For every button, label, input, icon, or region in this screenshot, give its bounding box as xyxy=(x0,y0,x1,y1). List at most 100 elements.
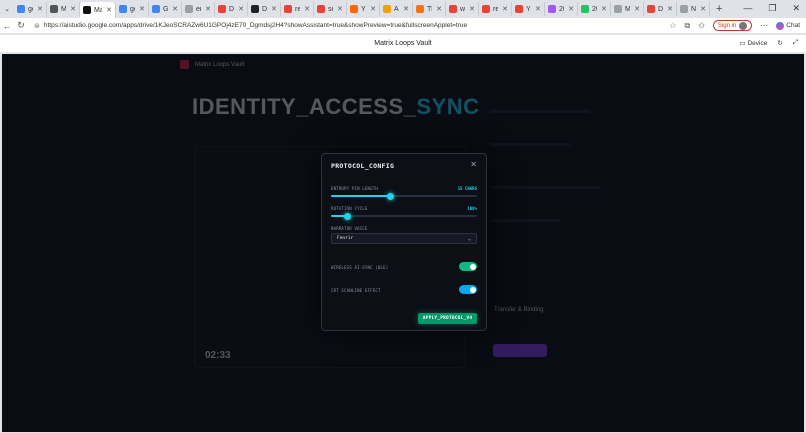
tab-favicon-icon xyxy=(383,5,391,13)
device-label: Device xyxy=(747,39,768,47)
browser-tab[interactable]: rele ✕ xyxy=(281,2,314,16)
browser-tab[interactable]: Goo✕ xyxy=(149,2,182,16)
tab-favicon-icon xyxy=(680,5,688,13)
browser-tab[interactable]: 202 ✕ xyxy=(578,2,611,16)
tab-close-icon[interactable]: ✕ xyxy=(337,5,343,13)
entropy-slider-thumb[interactable] xyxy=(387,192,395,200)
back-icon[interactable]: ← xyxy=(0,21,14,31)
browser-tab[interactable]: Y C ✕ xyxy=(347,2,380,16)
minimize-icon[interactable]: — xyxy=(743,3,752,14)
sign-in-button[interactable]: Sign in xyxy=(712,20,753,31)
browser-tab[interactable]: The ✕ xyxy=(413,2,446,16)
tab-favicon-icon xyxy=(17,5,25,13)
entropy-slider[interactable] xyxy=(331,192,477,200)
tab-label: Mat xyxy=(61,6,66,13)
tab-close-icon[interactable]: ✕ xyxy=(568,5,574,13)
bg-title-main: IDENTITY_ACCESS_ xyxy=(192,94,417,119)
browser-tab[interactable]: sen ✕ xyxy=(314,2,347,16)
browser-tab[interactable]: Dev✕ xyxy=(248,2,281,16)
tab-close-icon[interactable]: ✕ xyxy=(271,5,277,13)
toggle-knob xyxy=(469,286,476,293)
rotation-slider-thumb[interactable] xyxy=(343,212,351,220)
bg-title-accent: SYNC xyxy=(416,94,480,119)
wireless-toggle[interactable] xyxy=(459,262,477,271)
tab-label: Nev xyxy=(691,5,697,13)
tab-close-icon[interactable]: ✕ xyxy=(469,5,475,13)
tab-close-icon[interactable]: ✕ xyxy=(700,5,706,13)
tab-close-icon[interactable]: ✕ xyxy=(37,5,43,13)
bg-logo: Matrix Loops Vault xyxy=(180,60,244,69)
browser-tab[interactable]: goo ✕ xyxy=(14,2,47,16)
browser-tab[interactable]: goo ✕ xyxy=(116,2,149,16)
rotation-slider[interactable] xyxy=(331,212,477,220)
browser-tab[interactable]: rele ✕ xyxy=(479,2,512,16)
browser-tab[interactable]: wee✕ xyxy=(446,2,479,16)
browser-tab[interactable]: Dor✕ xyxy=(215,2,248,16)
address-bar: ← ↻ ⊜ https://aistudio.google.com/apps/d… xyxy=(0,18,806,34)
voice-label: NARRATOR VOICE xyxy=(331,226,368,231)
tab-label: App xyxy=(394,5,399,13)
tab-close-icon[interactable]: ✕ xyxy=(634,5,640,13)
url-field[interactable]: ⊜ https://aistudio.google.com/apps/drive… xyxy=(34,20,663,32)
tab-close-icon[interactable]: ✕ xyxy=(601,5,607,13)
browser-tab[interactable]: Mat ✕ xyxy=(80,2,116,18)
browser-tab[interactable]: Dyn✕ xyxy=(644,2,677,16)
refresh-icon[interactable]: ↻ xyxy=(777,39,782,47)
browser-tab[interactable]: em ✕ xyxy=(182,2,215,16)
tab-close-icon[interactable]: ✕ xyxy=(205,5,211,13)
browser-tab[interactable]: Mat ✕ xyxy=(47,2,80,16)
tab-close-icon[interactable]: ✕ xyxy=(70,5,76,13)
site-info-icon[interactable]: ⊜ xyxy=(34,22,40,30)
extensions-icon[interactable]: ⧉ xyxy=(684,21,690,31)
browser-tab[interactable]: MF ✕ xyxy=(611,2,644,16)
tab-label: Y C xyxy=(361,5,366,13)
tab-close-icon[interactable]: ✕ xyxy=(370,5,376,13)
browser-tab[interactable]: Nev✕ xyxy=(677,2,710,16)
close-window-icon[interactable]: ✕ xyxy=(792,3,800,14)
tab-close-icon[interactable]: ✕ xyxy=(238,5,244,13)
apply-protocol-button[interactable]: APPLY_PROTOCOL_V4 xyxy=(418,313,477,324)
bg-sidebar xyxy=(490,104,610,364)
tab-favicon-icon xyxy=(251,5,259,13)
maximize-icon[interactable]: ❐ xyxy=(768,3,776,14)
tab-label: Dor xyxy=(229,5,235,13)
favorites-icon[interactable]: ✩ xyxy=(698,21,705,30)
tab-close-icon[interactable]: ✕ xyxy=(436,5,442,13)
tab-favicon-icon xyxy=(218,5,226,13)
chat-label: Chat xyxy=(786,22,800,29)
tab-close-icon[interactable]: ✕ xyxy=(535,5,541,13)
browser-tab[interactable]: App ✕ xyxy=(380,2,413,16)
tab-label: 202 xyxy=(592,5,597,13)
tab-close-icon[interactable]: ✕ xyxy=(106,6,112,14)
bg-page-title: IDENTITY_ACCESS_SYNC xyxy=(192,94,480,120)
entropy-label: ENTROPY PIN LENGTH xyxy=(331,186,378,191)
bg-logo-text: Matrix Loops Vault xyxy=(195,61,245,68)
tab-favicon-icon xyxy=(482,5,490,13)
new-tab-button[interactable]: + xyxy=(716,3,722,15)
tab-close-icon[interactable]: ✕ xyxy=(667,5,673,13)
entropy-value: 15 CHARS xyxy=(457,186,477,191)
device-button[interactable]: ▭ Device xyxy=(739,39,768,48)
tab-close-icon[interactable]: ✕ xyxy=(304,5,310,13)
chat-button[interactable]: Chat xyxy=(776,21,800,30)
browser-tab[interactable]: 202 ✕ xyxy=(545,2,578,16)
tab-close-icon[interactable]: ✕ xyxy=(403,5,409,13)
tab-favicon-icon xyxy=(581,5,589,13)
tab-label: Mat xyxy=(94,6,102,14)
tab-favicon-icon xyxy=(350,5,358,13)
tab-close-icon[interactable]: ✕ xyxy=(172,5,178,13)
fullscreen-icon[interactable]: ⤢ xyxy=(793,39,798,47)
reload-icon[interactable]: ↻ xyxy=(14,20,28,31)
bg-line xyxy=(490,219,560,222)
close-icon[interactable]: ✕ xyxy=(470,160,477,169)
crt-toggle[interactable] xyxy=(459,285,477,294)
more-menu-icon[interactable]: ⋯ xyxy=(760,21,768,30)
tab-close-icon[interactable]: ✕ xyxy=(502,5,508,13)
voice-select[interactable]: Fenrir ⌄ xyxy=(331,233,477,244)
browser-tab[interactable]: Yc c ✕ xyxy=(512,2,545,16)
tab-favicon-icon xyxy=(185,5,193,13)
tab-close-icon[interactable]: ✕ xyxy=(139,5,145,13)
bg-action-button xyxy=(493,344,547,357)
favorite-star-icon[interactable]: ☆ xyxy=(669,21,676,30)
tab-menu-icon[interactable]: ⌄ xyxy=(0,5,14,13)
